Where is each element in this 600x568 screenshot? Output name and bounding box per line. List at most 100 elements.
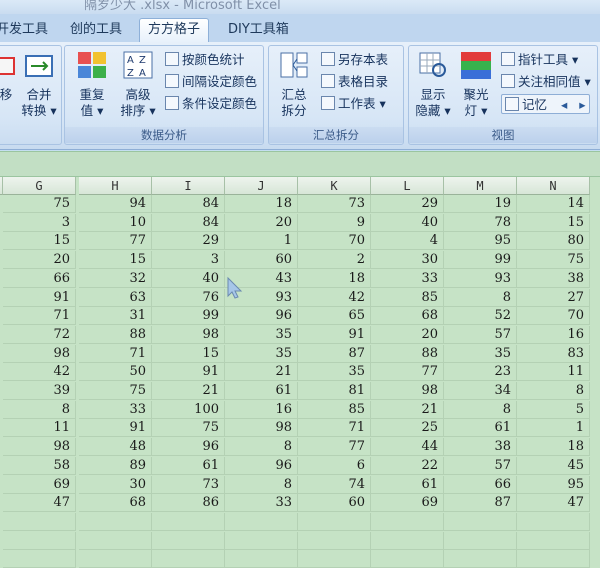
table-cell[interactable]: 86 bbox=[152, 494, 225, 513]
table-cell[interactable]: 63 bbox=[79, 288, 152, 307]
table-cell[interactable]: 94 bbox=[79, 195, 152, 213]
table-cell[interactable]: 88 bbox=[371, 344, 444, 363]
tab-developer[interactable]: 开发工具 bbox=[0, 18, 48, 42]
table-cell[interactable]: 20 bbox=[3, 251, 76, 270]
table-cell[interactable]: 75 bbox=[79, 382, 152, 400]
merge-convert-button[interactable]: 合并 转换 ▾ bbox=[15, 50, 63, 119]
table-cell[interactable]: 35 bbox=[444, 344, 517, 363]
table-cell[interactable]: 66 bbox=[3, 269, 76, 288]
table-cell[interactable]: 50 bbox=[79, 363, 152, 382]
empty-cell[interactable] bbox=[298, 512, 371, 531]
table-cell[interactable]: 35 bbox=[225, 344, 298, 363]
tab-diy-toolbox[interactable]: DIY工具箱 bbox=[228, 18, 289, 42]
table-cell[interactable]: 40 bbox=[371, 213, 444, 232]
column-header-g[interactable]: G bbox=[3, 177, 76, 195]
worksheet-button[interactable]: 工作表 ▾ bbox=[321, 94, 386, 114]
column-header-h[interactable]: H bbox=[79, 177, 152, 195]
table-cell[interactable]: 98 bbox=[152, 325, 225, 344]
empty-cell[interactable] bbox=[517, 512, 590, 531]
interval-color-button[interactable]: 间隔设定颜色 bbox=[165, 72, 257, 92]
table-cell[interactable]: 71 bbox=[298, 419, 371, 438]
empty-cell[interactable] bbox=[79, 512, 152, 531]
table-cell[interactable]: 45 bbox=[517, 456, 590, 475]
table-cell[interactable]: 61 bbox=[371, 475, 444, 494]
table-cell[interactable]: 14 bbox=[517, 195, 590, 213]
summary-split-button[interactable]: 汇总 拆分 bbox=[271, 50, 317, 119]
empty-cell[interactable] bbox=[225, 550, 298, 568]
pointer-tool-button[interactable]: 指针工具 ▾ bbox=[501, 50, 578, 70]
table-cell[interactable]: 15 bbox=[79, 251, 152, 270]
table-cell[interactable]: 58 bbox=[3, 456, 76, 475]
tab-fangfang-gezi[interactable]: 方方格子 bbox=[139, 18, 210, 42]
column-header-n[interactable]: N bbox=[517, 177, 590, 195]
table-cell[interactable]: 16 bbox=[225, 400, 298, 419]
empty-cell[interactable] bbox=[298, 550, 371, 568]
table-cell[interactable]: 80 bbox=[517, 232, 590, 251]
empty-cell[interactable] bbox=[79, 531, 152, 550]
table-cell[interactable]: 65 bbox=[298, 307, 371, 326]
table-cell[interactable]: 21 bbox=[225, 363, 298, 382]
table-cell[interactable]: 8 bbox=[444, 288, 517, 307]
table-cell[interactable]: 40 bbox=[152, 269, 225, 288]
table-cell[interactable]: 44 bbox=[371, 438, 444, 457]
sheet-directory-button[interactable]: 表格目录 bbox=[321, 72, 388, 92]
empty-cell[interactable] bbox=[371, 512, 444, 531]
table-cell[interactable]: 83 bbox=[517, 344, 590, 363]
empty-cell[interactable] bbox=[298, 531, 371, 550]
table-cell[interactable]: 99 bbox=[444, 251, 517, 270]
table-cell[interactable]: 38 bbox=[444, 438, 517, 457]
save-sheet-button[interactable]: 另存本表 bbox=[321, 50, 388, 70]
table-cell[interactable]: 23 bbox=[444, 363, 517, 382]
tab-chuang-tools[interactable]: 创的工具 bbox=[70, 18, 122, 42]
table-cell[interactable]: 68 bbox=[371, 307, 444, 326]
table-cell[interactable]: 57 bbox=[444, 325, 517, 344]
table-cell[interactable]: 98 bbox=[3, 344, 76, 363]
table-cell[interactable]: 20 bbox=[371, 325, 444, 344]
table-cell[interactable]: 33 bbox=[225, 494, 298, 513]
table-cell[interactable]: 29 bbox=[152, 232, 225, 251]
table-cell[interactable]: 91 bbox=[152, 363, 225, 382]
table-cell[interactable]: 16 bbox=[517, 325, 590, 344]
table-cell[interactable]: 11 bbox=[517, 363, 590, 382]
table-cell[interactable]: 84 bbox=[152, 213, 225, 232]
empty-cell[interactable] bbox=[3, 512, 76, 531]
table-cell[interactable]: 22 bbox=[371, 456, 444, 475]
table-cell[interactable]: 8 bbox=[517, 382, 590, 400]
table-cell[interactable]: 48 bbox=[79, 438, 152, 457]
table-cell[interactable]: 96 bbox=[225, 307, 298, 326]
table-cell[interactable]: 3 bbox=[3, 213, 76, 232]
empty-cell[interactable] bbox=[3, 531, 76, 550]
table-cell[interactable]: 70 bbox=[517, 307, 590, 326]
table-cell[interactable]: 47 bbox=[517, 494, 590, 513]
table-cell[interactable]: 72 bbox=[3, 325, 76, 344]
table-cell[interactable]: 89 bbox=[79, 456, 152, 475]
table-cell[interactable]: 88 bbox=[79, 325, 152, 344]
table-cell[interactable]: 9 bbox=[298, 213, 371, 232]
spotlight-button[interactable]: 聚光 灯 ▾ bbox=[455, 50, 497, 119]
table-cell[interactable]: 71 bbox=[79, 344, 152, 363]
empty-cell[interactable] bbox=[152, 512, 225, 531]
table-cell[interactable]: 73 bbox=[298, 195, 371, 213]
table-cell[interactable]: 100 bbox=[152, 400, 225, 419]
table-cell[interactable]: 8 bbox=[225, 438, 298, 457]
show-hide-button[interactable]: 显示 隐藏 ▾ bbox=[411, 50, 455, 119]
table-cell[interactable]: 15 bbox=[517, 213, 590, 232]
table-cell[interactable]: 11 bbox=[3, 419, 76, 438]
table-cell[interactable]: 35 bbox=[225, 325, 298, 344]
empty-cell[interactable] bbox=[3, 550, 76, 568]
table-cell[interactable]: 29 bbox=[371, 195, 444, 213]
empty-cell[interactable] bbox=[444, 512, 517, 531]
table-cell[interactable]: 85 bbox=[371, 288, 444, 307]
table-cell[interactable]: 21 bbox=[371, 400, 444, 419]
table-cell[interactable]: 61 bbox=[152, 456, 225, 475]
table-cell[interactable]: 60 bbox=[298, 494, 371, 513]
column-header-k[interactable]: K bbox=[298, 177, 371, 195]
table-cell[interactable]: 69 bbox=[3, 475, 76, 494]
empty-cell[interactable] bbox=[371, 550, 444, 568]
table-cell[interactable]: 15 bbox=[3, 232, 76, 251]
table-cell[interactable]: 85 bbox=[298, 400, 371, 419]
spreadsheet-grid[interactable]: G H I J K L M N 75 94 84 18 73 29 19 14 3 10 84 20 9 40 78 15 15… bbox=[0, 177, 600, 568]
table-cell[interactable]: 33 bbox=[79, 400, 152, 419]
table-cell[interactable]: 66 bbox=[444, 475, 517, 494]
table-cell[interactable]: 4 bbox=[371, 232, 444, 251]
